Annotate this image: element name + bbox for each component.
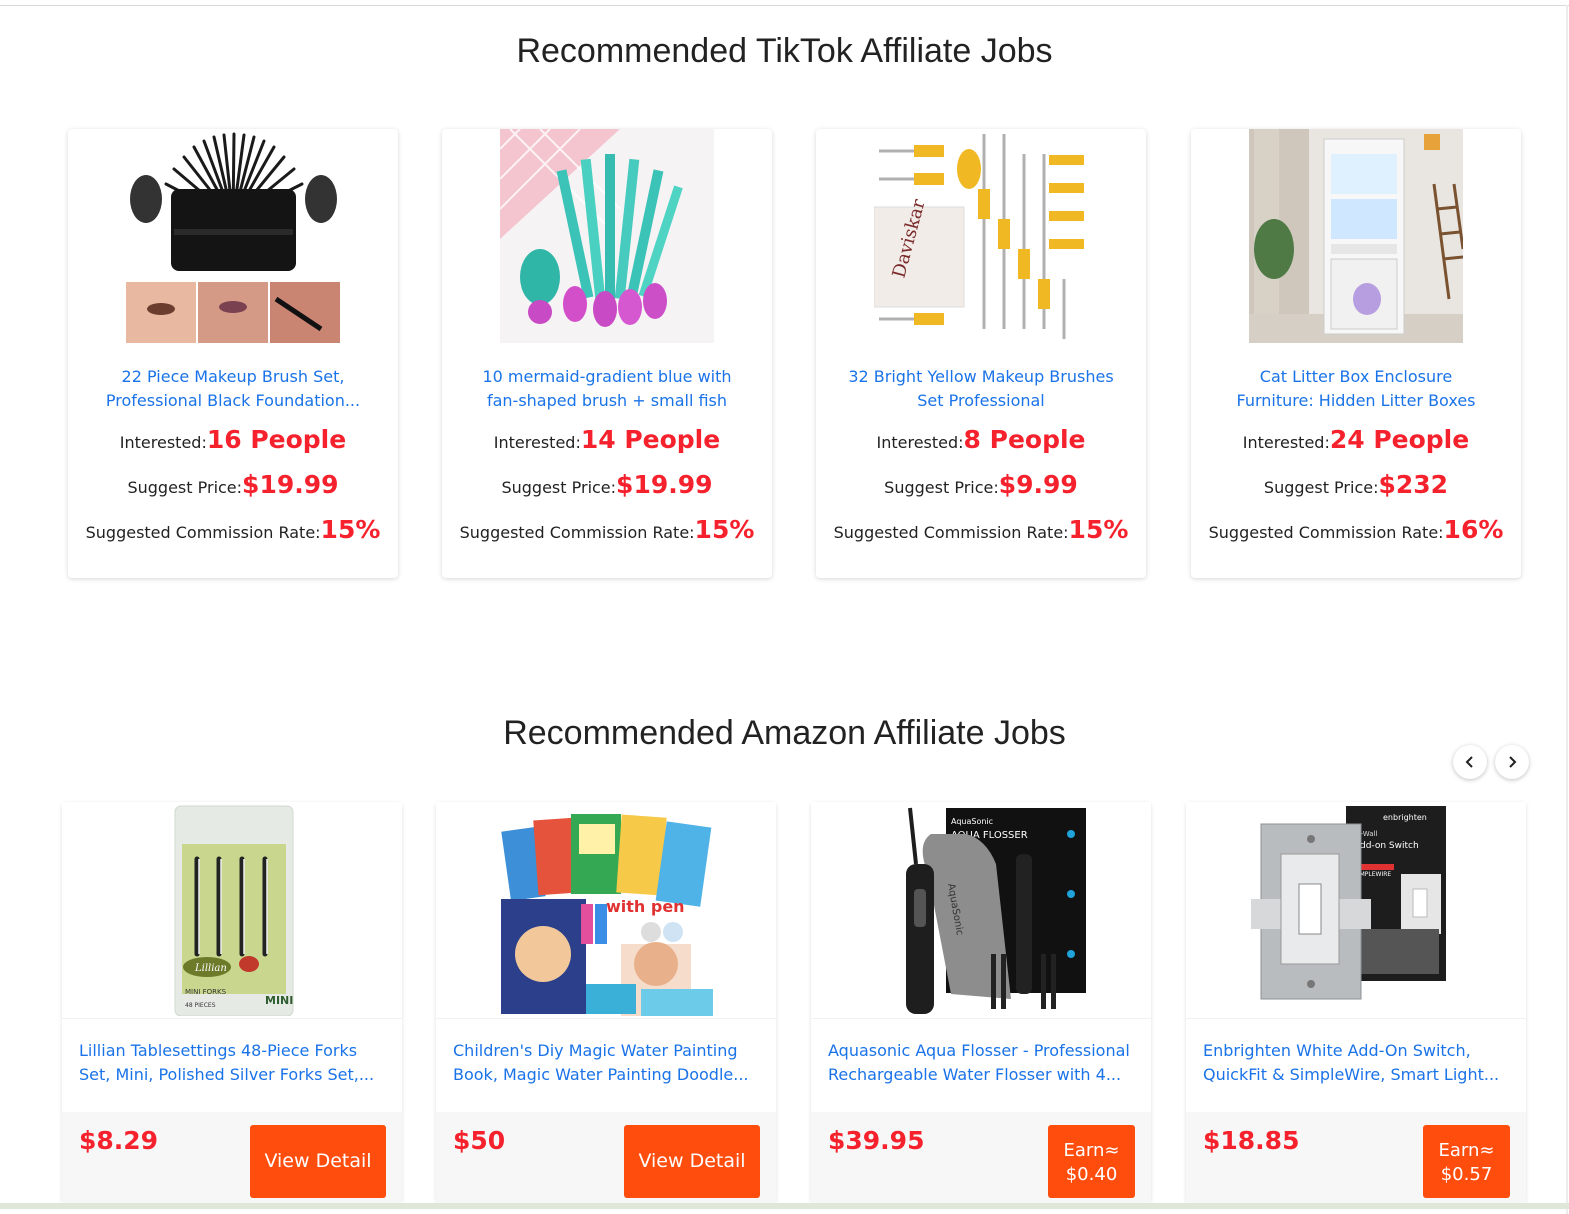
tiktok-job-card[interactable]: 22 Piece Makeup Brush Set, Professional …	[68, 129, 398, 578]
view-detail-button[interactable]: View Detail	[624, 1125, 760, 1198]
product-name-link[interactable]: 10 mermaid-gradient blue with fan-shaped…	[472, 365, 742, 413]
svg-text:with pen: with pen	[606, 897, 685, 916]
tiktok-job-card[interactable]: 10 mermaid-gradient blue with fan-shaped…	[442, 129, 772, 578]
product-name-link[interactable]: 32 Bright Yellow Makeup Brushes Set Prof…	[846, 365, 1116, 413]
product-price: $50	[453, 1126, 506, 1155]
product-image[interactable]	[126, 129, 340, 343]
interested-row: Interested:24 People	[1242, 425, 1470, 454]
right-edge	[1566, 5, 1568, 1214]
product-image[interactable]: Daviskar	[874, 129, 1088, 343]
svg-text:AquaSonic: AquaSonic	[951, 817, 993, 826]
amazon-job-card[interactable]: AquaSonic AQUA FLOSSER AquaSonic Aquason…	[811, 802, 1151, 1203]
product-name-link[interactable]: Children's Diy Magic Water Painting Book…	[453, 1039, 759, 1087]
top-divider	[0, 5, 1569, 6]
price-row: Suggest Price:$232	[1263, 470, 1449, 499]
carousel-next-button[interactable]	[1495, 745, 1529, 779]
product-name-link[interactable]: 22 Piece Makeup Brush Set, Professional …	[98, 365, 368, 413]
tiktok-section-title: Recommended TikTok Affiliate Jobs	[516, 32, 1053, 70]
product-name-link[interactable]: Lillian Tablesettings 48-Piece Forks Set…	[79, 1039, 385, 1087]
product-image[interactable]: AquaSonic AQUA FLOSSER AquaSonic	[876, 804, 1088, 1016]
amazon-job-card[interactable]: enbrighten In-Wall Add-on Switch SIMPLEW…	[1186, 802, 1526, 1203]
interested-row: Interested:16 People	[119, 425, 347, 454]
svg-text:Add-on Switch: Add-on Switch	[1354, 841, 1419, 851]
product-name-link[interactable]: Enbrighten White Add-On Switch, QuickFit…	[1203, 1039, 1509, 1087]
earn-label: Earn≈	[1438, 1140, 1495, 1161]
svg-text:MINI: MINI	[265, 994, 293, 1007]
card-footer: $18.85 Earn≈ $0.57	[1186, 1112, 1526, 1203]
price-row: Suggest Price:$19.99	[501, 470, 713, 499]
svg-text:Lillian: Lillian	[194, 963, 227, 974]
tiktok-job-card[interactable]: Cat Litter Box Enclosure Furniture: Hidd…	[1191, 129, 1521, 578]
chevron-left-icon	[1465, 756, 1473, 768]
product-image[interactable]: enbrighten In-Wall Add-on Switch SIMPLEW…	[1251, 804, 1463, 1016]
earn-button[interactable]: Earn≈ $0.40	[1048, 1125, 1135, 1198]
product-image[interactable]: with pen	[501, 804, 713, 1016]
earn-label: Earn≈	[1063, 1140, 1120, 1161]
product-image[interactable]	[1249, 129, 1463, 343]
svg-text:MINI FORKS: MINI FORKS	[185, 988, 227, 996]
amazon-section-title: Recommended Amazon Affiliate Jobs	[503, 714, 1066, 752]
product-image[interactable]: Lillian MINI FORKS 48 PIECES MINI	[127, 804, 339, 1016]
earn-value: $0.40	[1065, 1164, 1118, 1185]
price-row: Suggest Price:$19.99	[127, 470, 339, 499]
card-footer: $50 View Detail	[436, 1112, 776, 1203]
commission-row: Suggested Commission Rate:15%	[459, 515, 755, 544]
commission-row: Suggested Commission Rate:15%	[85, 515, 381, 544]
bottom-edge	[0, 1203, 1569, 1209]
interested-row: Interested:14 People	[493, 425, 721, 454]
product-image[interactable]	[500, 129, 714, 343]
amazon-job-card[interactable]: with pen Children's Diy Magic Water Pain…	[436, 802, 776, 1203]
view-detail-button[interactable]: View Detail	[250, 1125, 386, 1198]
tiktok-job-card[interactable]: Daviskar 32 Bright Yellow Makeup Brushes…	[816, 129, 1146, 578]
product-name-link[interactable]: Cat Litter Box Enclosure Furniture: Hidd…	[1221, 365, 1491, 413]
commission-row: Suggested Commission Rate:15%	[833, 515, 1129, 544]
product-price: $39.95	[828, 1126, 925, 1155]
product-price: $18.85	[1203, 1126, 1300, 1155]
card-footer: $39.95 Earn≈ $0.40	[811, 1112, 1151, 1203]
interested-row: Interested:8 People	[876, 425, 1086, 454]
chevron-right-icon	[1509, 756, 1517, 768]
price-row: Suggest Price:$9.99	[884, 470, 1078, 499]
svg-text:48 PIECES: 48 PIECES	[185, 1002, 216, 1009]
product-name-link[interactable]: Aquasonic Aqua Flosser - Professional Re…	[828, 1039, 1134, 1087]
product-price: $8.29	[79, 1126, 159, 1155]
carousel-prev-button[interactable]	[1453, 745, 1487, 779]
commission-row: Suggested Commission Rate:16%	[1208, 515, 1504, 544]
amazon-job-card[interactable]: Lillian MINI FORKS 48 PIECES MINI Lillia…	[62, 802, 402, 1203]
earn-value: $0.57	[1440, 1164, 1493, 1185]
card-footer: $8.29 View Detail	[62, 1112, 402, 1203]
earn-button[interactable]: Earn≈ $0.57	[1423, 1125, 1510, 1198]
svg-text:enbrighten: enbrighten	[1383, 813, 1427, 822]
